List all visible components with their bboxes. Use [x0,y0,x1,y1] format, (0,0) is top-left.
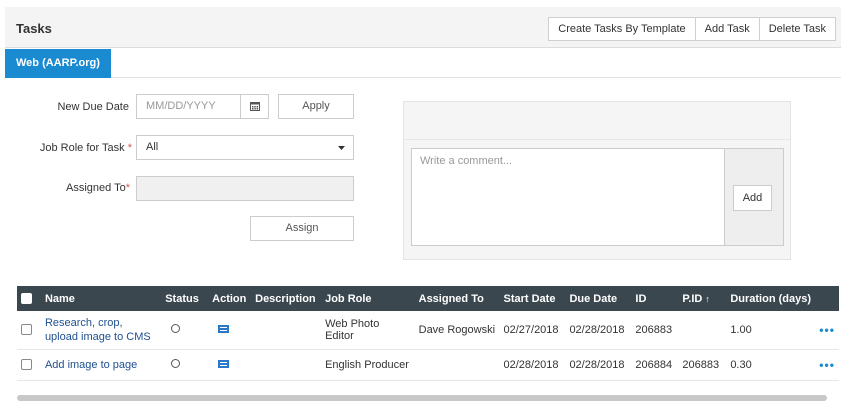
job-role-label-text: Job Role for Task [39,142,125,154]
due-date-cell: 02/28/2018 [569,323,625,336]
start-date-cell: 02/28/2018 [503,358,559,371]
row-checkbox[interactable] [21,359,32,371]
create-tasks-by-template-button[interactable]: Create Tasks By Template [548,17,696,41]
assigned-to-label: Assigned To* [40,182,130,194]
col-pid[interactable]: P.ID ↑ [678,286,726,311]
job-role-cell: English Producer [325,358,409,371]
col-job-role[interactable]: Job Role [321,286,415,311]
action-cell [208,311,251,349]
comment-textarea[interactable]: Write a comment... [411,148,725,246]
assigned-to-cell [415,349,500,380]
assign-button[interactable]: Assign [250,216,354,241]
col-status[interactable]: Status [161,286,208,311]
header-actions: Create Tasks By Template Add Task Delete… [548,17,836,41]
more-options-icon[interactable]: ••• [819,323,835,337]
sort-asc-icon: ↑ [705,293,710,304]
comment-add-area: Add [724,148,784,246]
assigned-to-input[interactable] [136,176,354,201]
duration-cell: 0.30 [730,358,752,371]
required-mark: * [125,182,130,194]
add-comment-button[interactable]: Add [733,185,772,211]
calendar-button[interactable] [240,94,269,119]
job-role-value: All [146,141,159,153]
col-name[interactable]: Name [41,286,161,311]
id-cell: 206883 [635,323,673,336]
task-name-link[interactable]: Add image to page [41,349,161,380]
delete-task-button[interactable]: Delete Task [758,17,836,41]
col-due-date[interactable]: Due Date [565,286,631,311]
description-cell [251,349,321,380]
action-menu-icon[interactable] [218,359,230,368]
status-cell [161,349,208,380]
status-circle-icon[interactable] [171,323,181,333]
tab-web-aarp[interactable]: Web (AARP.org) [5,49,111,78]
more-options-icon[interactable]: ••• [819,358,835,372]
col-more [815,286,839,311]
description-cell [251,311,321,349]
col-pid-label: P.ID [682,292,703,305]
tasks-table: Name Status Action Description Job Role … [17,286,839,381]
id-cell: 206884 [635,358,673,371]
col-duration[interactable]: Duration (days) [726,286,815,311]
due-date-input[interactable]: MM/DD/YYYY [136,94,241,119]
job-role-cell: Web Photo Editor [325,317,380,342]
row-select-cell [17,311,41,349]
add-task-button[interactable]: Add Task [694,17,760,41]
table-row: Add image to page English Producer 02/28… [17,349,839,380]
col-start-date[interactable]: Start Date [499,286,565,311]
table-header-row: Name Status Action Description Job Role … [17,286,839,311]
start-date-cell: 02/27/2018 [503,323,559,336]
select-all-cell [17,286,41,311]
status-cell [161,311,208,349]
row-checkbox[interactable] [21,324,32,336]
comment-panel: Write a comment... Add [403,101,791,260]
job-role-select[interactable]: All [136,135,354,160]
pid-cell [678,311,726,349]
action-menu-icon[interactable] [218,324,230,333]
assigned-to-cell: Dave Rogowski [418,323,496,336]
apply-button[interactable]: Apply [278,94,354,119]
table-row: Research, crop, upload image to CMS Web … [17,311,839,349]
col-id[interactable]: ID [631,286,678,311]
comment-panel-header [404,102,790,140]
due-date-label: New Due Date [57,101,129,113]
calendar-icon [249,102,260,112]
page-title: Tasks [16,21,52,36]
pid-cell: 206883 [682,358,720,371]
page-header: Tasks Create Tasks By Template Add Task … [5,7,841,48]
col-assigned-to[interactable]: Assigned To [415,286,500,311]
task-name-link[interactable]: Research, crop, upload image to CMS [41,311,161,349]
col-action[interactable]: Action [208,286,251,311]
more-cell: ••• [815,311,839,349]
status-circle-icon[interactable] [171,358,181,368]
col-description[interactable]: Description [251,286,321,311]
job-role-label: Job Role for Task * [20,142,132,154]
select-all-checkbox[interactable] [21,293,32,305]
duration-cell: 1.00 [730,323,752,336]
required-mark: * [127,142,132,154]
horizontal-scrollbar[interactable] [17,395,827,401]
tab-bar: Web (AARP.org) [5,48,841,78]
more-cell: ••• [815,349,839,380]
due-date-cell: 02/28/2018 [569,358,625,371]
caret-down-icon [338,146,345,150]
action-cell [208,349,251,380]
assigned-to-label-text: Assigned To [65,182,126,194]
row-select-cell [17,349,41,380]
